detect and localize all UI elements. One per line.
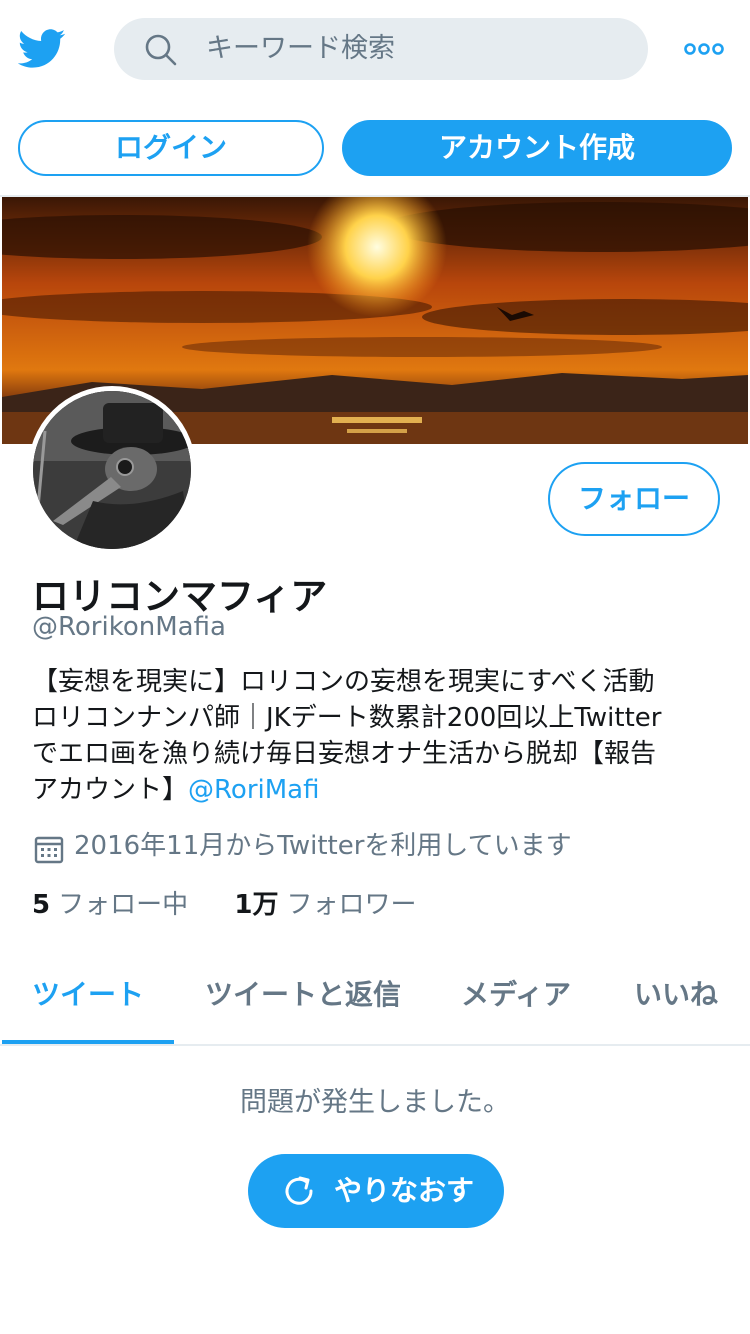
- retry-label: やりなおす: [334, 1174, 475, 1207]
- tab-tweets[interactable]: ツイート: [32, 960, 144, 1040]
- bio-line: でエロ画を漁り続け毎日妄想オナ生活から脱却【報告: [32, 739, 657, 769]
- tab-likes[interactable]: いいね: [634, 960, 718, 1040]
- followers-label: フォロワー: [286, 890, 417, 920]
- profile-bio: 【妄想を現実に】ロリコンの妄想を現実にすべく活動 ロリコンナンパ師｜JKデート数…: [32, 664, 722, 808]
- bio-text: アカウント】: [32, 775, 189, 805]
- top-bar: キーワード検索: [0, 0, 750, 100]
- calendar-icon: [34, 836, 64, 864]
- search-bar[interactable]: キーワード検索: [114, 18, 648, 80]
- tab-tweets-and-replies[interactable]: ツイートと返信: [205, 960, 401, 1040]
- profile-tabs: ツイート ツイートと返信 メディア いいね: [0, 960, 750, 1046]
- followers-count: 1万: [234, 890, 279, 920]
- profile-avatar[interactable]: [28, 386, 196, 554]
- tab-media[interactable]: メディア: [461, 960, 571, 1040]
- bio-line: 【妄想を現実に】ロリコンの妄想を現実にすべく活動: [32, 667, 655, 697]
- divider: [0, 1044, 750, 1046]
- joined-text: 2016年11月からTwitterを利用しています: [74, 831, 572, 861]
- twitter-logo-icon[interactable]: [18, 28, 66, 70]
- following-link[interactable]: 5 フォロー中: [32, 890, 188, 920]
- following-label: フォロー中: [58, 890, 189, 920]
- search-icon: [145, 34, 177, 66]
- create-account-button[interactable]: アカウント作成: [342, 120, 732, 176]
- following-count: 5: [32, 890, 51, 920]
- bio-line: ロリコンナンパ師｜JKデート数累計200回以上Twitter: [32, 703, 662, 733]
- error-message: 問題が発生しました。: [240, 1087, 510, 1118]
- follow-button[interactable]: フォロー: [548, 462, 720, 536]
- bio-mention-link[interactable]: @RoriMafi: [188, 775, 319, 805]
- retry-button[interactable]: やりなおす: [248, 1154, 504, 1228]
- profile-handle: @RorikonMafia: [32, 612, 226, 642]
- profile-stats: 5 フォロー中 1万 フォロワー: [32, 884, 416, 921]
- bio-line: アカウント】@RoriMafi: [32, 772, 722, 808]
- more-dots-icon[interactable]: [684, 40, 724, 58]
- followers-link[interactable]: 1万 フォロワー: [234, 890, 416, 920]
- refresh-icon: [285, 1176, 313, 1205]
- login-button[interactable]: ログイン: [18, 120, 324, 176]
- search-placeholder: キーワード検索: [206, 33, 395, 64]
